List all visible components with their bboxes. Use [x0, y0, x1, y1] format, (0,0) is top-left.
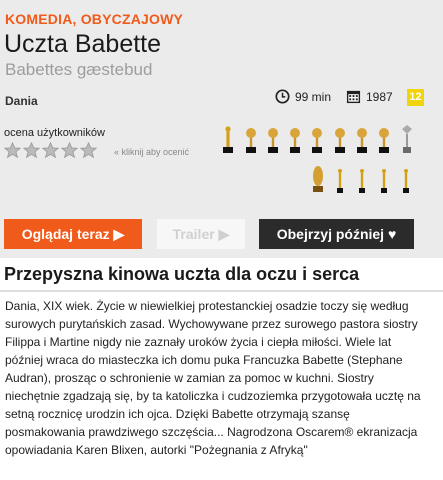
trailer-button[interactable]: Trailer ▶ [157, 219, 245, 249]
movie-title: Uczta Babette [4, 30, 162, 58]
star-icon[interactable] [4, 142, 21, 159]
watch-now-button[interactable]: Oglądaj teraz ▶ [4, 219, 142, 249]
award-statuette-icon [359, 169, 365, 193]
golden-globe-icon [312, 128, 322, 153]
golden-globe-icon [246, 128, 256, 153]
golden-globe-icon [268, 128, 278, 153]
clock-icon [275, 89, 290, 104]
star-icon[interactable] [42, 142, 59, 159]
rate-hint: « kliknij aby ocenić [114, 147, 190, 157]
golden-globe-icon [357, 128, 367, 153]
award-statuette-icon [403, 169, 409, 193]
original-title: Babettes gæstebud [5, 60, 153, 79]
country-label: Dania [5, 94, 38, 108]
divider [0, 290, 443, 292]
year: 1987 [346, 89, 393, 104]
emmy-icon [402, 125, 412, 153]
movie-description: Dania, XIX wiek. Życie w niewielkiej pro… [5, 299, 421, 457]
calendar-icon [346, 90, 361, 104]
golden-globe-icon [379, 128, 389, 153]
rating-stars[interactable] [4, 142, 97, 159]
star-icon[interactable] [80, 142, 97, 159]
bafta-icon [313, 166, 323, 192]
star-icon[interactable] [23, 142, 40, 159]
golden-globe-icon [290, 128, 300, 153]
award-statuette-icon [337, 169, 343, 193]
award-statuette-icon [381, 169, 387, 193]
awards [223, 125, 412, 193]
golden-globe-icon [335, 128, 345, 153]
duration-value: 99 min [295, 89, 332, 104]
year-value: 1987 [366, 89, 393, 104]
oscar-icon [223, 126, 233, 153]
user-rating-label: ocena użytkowników [4, 127, 105, 139]
duration: 99 min [275, 89, 331, 104]
star-icon[interactable] [61, 142, 78, 159]
genre-label: KOMEDIA, OBYCZAJOWY [5, 11, 184, 27]
watch-later-button[interactable]: Obejrzyj później ♥ [259, 219, 414, 249]
description-headline: Przepyszna kinowa uczta dla oczu i serca [4, 264, 360, 284]
age-rating-badge: 12 [407, 89, 424, 106]
